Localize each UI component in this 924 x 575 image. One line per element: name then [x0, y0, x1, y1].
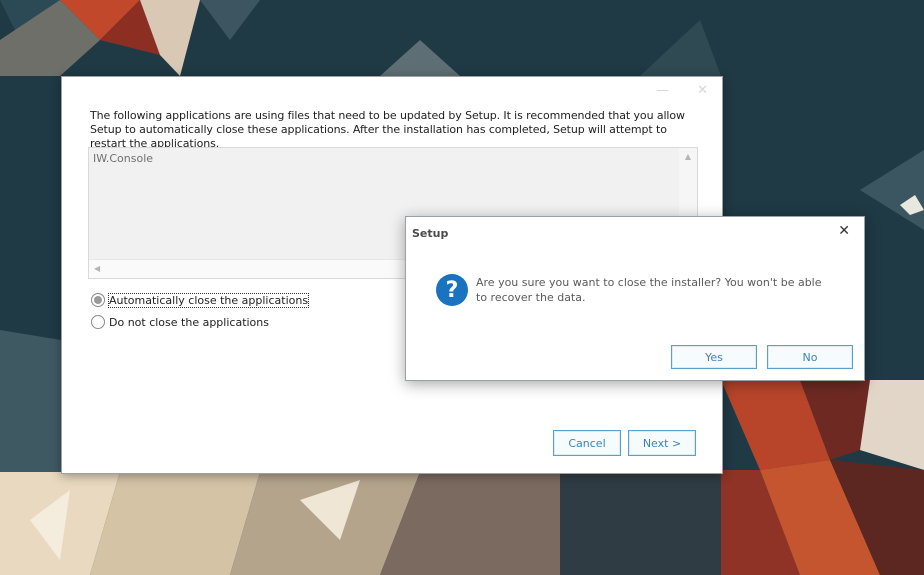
radio-checked-icon[interactable]	[91, 293, 105, 307]
scroll-up-icon[interactable]: ▲	[679, 152, 697, 161]
confirm-dialog: Setup ✕ ? Are you sure you want to close…	[405, 216, 865, 381]
cancel-button[interactable]: Cancel	[553, 430, 621, 456]
scroll-left-icon[interactable]: ◀	[94, 264, 100, 273]
close-icon[interactable]: ✕	[697, 83, 708, 98]
dialog-message: Are you sure you want to close the insta…	[476, 276, 822, 304]
dialog-title: Setup	[412, 227, 449, 240]
radio-do-not-close-label[interactable]: Do not close the applications	[109, 316, 269, 329]
list-item[interactable]: IW.Console	[93, 152, 153, 165]
no-button[interactable]: No	[767, 345, 853, 369]
question-icon: ?	[436, 274, 468, 306]
next-button[interactable]: Next >	[628, 430, 696, 456]
close-icon[interactable]: ✕	[838, 223, 850, 239]
radio-do-not-close[interactable]: Do not close the applications	[91, 315, 269, 329]
yes-button[interactable]: Yes	[671, 345, 757, 369]
radio-unchecked-icon[interactable]	[91, 315, 105, 329]
minimize-button[interactable]: —	[656, 83, 669, 98]
radio-auto-close[interactable]: Automatically close the applications	[91, 292, 310, 308]
radio-auto-close-label[interactable]: Automatically close the applications	[107, 292, 310, 308]
intro-text: The following applications are using fil…	[90, 109, 685, 150]
window-controls: — ✕	[656, 83, 708, 98]
